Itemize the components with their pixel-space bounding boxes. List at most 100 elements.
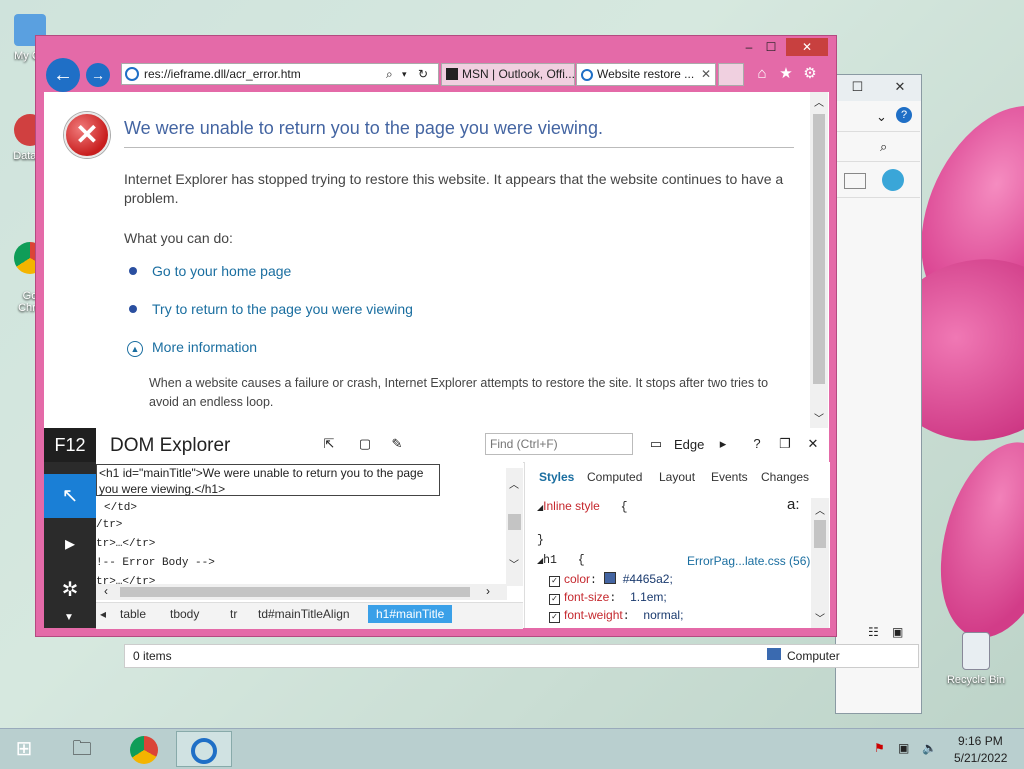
forward-button[interactable]: → [86, 63, 110, 87]
close-tab-icon[interactable]: ✕ [701, 64, 711, 85]
more-information-toggle[interactable]: More information [152, 339, 257, 355]
chevron-left-icon[interactable]: ◂ [100, 607, 106, 621]
favorites-star-icon[interactable]: ★ [776, 64, 796, 84]
search-icon[interactable]: ⌕ [880, 139, 887, 155]
checkbox-checked-icon[interactable]: ✓ [549, 594, 560, 605]
explorer-search-row: ⌕ [836, 135, 920, 162]
breadcrumb-item[interactable]: tbody [170, 607, 199, 621]
debugger-nav-icon[interactable]: ✲ [44, 568, 96, 612]
large-icons-view-icon[interactable]: ▣ [892, 625, 903, 639]
maximize-button[interactable]: ☐ [758, 38, 784, 56]
tab-layout[interactable]: Layout [659, 470, 695, 484]
css-property-row[interactable]: ✓ color: #4465a2; [549, 572, 673, 587]
chrome-taskbar-icon[interactable] [118, 731, 170, 767]
dom-hscrollbar[interactable]: ‹ › [96, 584, 507, 600]
find-input[interactable] [485, 433, 633, 455]
dom-tree[interactable]: <h1 id="mainTitle">We were unable to ret… [96, 462, 523, 596]
start-button[interactable]: ⊞ [0, 731, 48, 767]
dom-node[interactable]: </td> [104, 502, 137, 514]
tab-msn[interactable]: MSN | Outlook, Offi... [441, 63, 575, 86]
document-mode-label[interactable]: Edge [674, 437, 704, 452]
search-icon[interactable]: ⌕ [386, 64, 393, 84]
undock-icon[interactable]: ❐ [776, 436, 794, 454]
return-to-page-link[interactable]: Try to return to the page you were viewi… [152, 301, 413, 317]
checkbox-checked-icon[interactable]: ✓ [549, 576, 560, 587]
network-icon[interactable] [882, 169, 904, 191]
refresh-icon[interactable]: ↻ [418, 64, 428, 84]
close-button[interactable]: ✕ [786, 38, 828, 56]
scroll-left-icon[interactable]: ‹ [104, 584, 108, 598]
inline-style-rule: ◢Inline style { [537, 499, 627, 514]
console-toggle-icon[interactable]: ▸ [714, 436, 732, 454]
tab-website-restore[interactable]: Website restore ... ✕ [576, 63, 716, 86]
dom-node[interactable]: tr>…</tr> [96, 538, 155, 550]
scroll-up-icon[interactable]: ︿ [509, 476, 519, 492]
stylesheet-source-link[interactable]: ErrorPag...late.css (56) [687, 554, 810, 568]
chevron-down-icon[interactable]: ⌄ [876, 109, 887, 125]
home-icon[interactable]: ⌂ [752, 64, 772, 84]
styles-pane: Styles Computed Layout Events Changes ◢I… [524, 462, 830, 628]
home-page-link[interactable]: Go to your home page [152, 263, 291, 279]
dom-node[interactable]: !-- Error Body --> [96, 557, 215, 569]
scrollbar-thumb[interactable] [814, 520, 826, 548]
internet-explorer-taskbar-icon[interactable] [176, 731, 232, 767]
console-nav-icon[interactable]: ▸ [44, 522, 96, 566]
explorer-ribbon-row: ⌄ ? [836, 105, 920, 132]
dom-scrollbar[interactable]: ︿ ﹀ [506, 468, 523, 586]
chevron-up-icon[interactable]: ▲ [127, 341, 143, 357]
scrollbar-thumb[interactable] [813, 114, 825, 384]
breadcrumb-item[interactable]: tr [230, 607, 237, 621]
add-property-icon[interactable]: a: [787, 496, 800, 513]
chevron-down-icon[interactable]: ▼ [64, 612, 74, 623]
tab-styles[interactable]: Styles [539, 470, 574, 484]
clock-date[interactable]: 5/21/2022 [954, 751, 1007, 765]
breadcrumb-item[interactable]: td#mainTitleAlign [258, 607, 350, 621]
highlight-element-icon[interactable]: ▢ [356, 436, 374, 454]
breadcrumb-item[interactable]: table [120, 607, 146, 621]
scroll-down-icon[interactable]: ﹀ [509, 556, 519, 572]
address-bar[interactable]: res://ieframe.dll/acr_error.htm ⌕ ▾ ↻ [121, 63, 439, 85]
breadcrumb-item-active[interactable]: h1#mainTitle [368, 605, 453, 623]
tab-computed[interactable]: Computed [587, 470, 642, 484]
close-icon[interactable]: ✕ [894, 79, 905, 95]
close-icon[interactable]: ✕ [804, 436, 822, 454]
more-information-text: When a website causes a failure or crash… [149, 376, 769, 409]
desktop-icon-recycle-bin[interactable]: Recycle Bin [944, 632, 1008, 686]
brace-open: { [620, 501, 628, 514]
css-property-row[interactable]: ✓ font-weight: normal; [549, 608, 683, 623]
file-explorer-taskbar-icon[interactable]: 🗀 [56, 731, 108, 767]
styles-scrollbar[interactable]: ︿ ﹀ [811, 498, 829, 628]
maximize-icon[interactable]: ☐ [852, 79, 864, 95]
help-icon[interactable]: ? [748, 436, 766, 454]
back-button[interactable]: ← [46, 58, 80, 92]
page-scrollbar[interactable]: ︿ ﹀ [810, 92, 828, 428]
emulation-icon[interactable]: ▭ [644, 436, 668, 454]
dom-explorer-nav-icon[interactable]: ↖ [44, 474, 96, 518]
select-element-icon[interactable]: ⇱ [320, 436, 338, 454]
clock-time[interactable]: 9:16 PM [958, 734, 1003, 748]
scroll-up-icon[interactable]: ︿ [815, 502, 825, 517]
gear-icon[interactable]: ⚙ [800, 64, 820, 84]
new-tab-button[interactable] [718, 63, 744, 86]
volume-muted-icon[interactable]: 🔈 [922, 741, 937, 755]
details-view-icon[interactable]: ☷ [868, 625, 879, 639]
scrollbar-thumb[interactable] [120, 587, 470, 597]
address-text: res://ieframe.dll/acr_error.htm [144, 67, 301, 81]
action-center-flag-icon[interactable]: ⚑ [874, 741, 885, 755]
color-swatch-icon[interactable] [603, 572, 616, 584]
checkbox-checked-icon[interactable]: ✓ [549, 612, 560, 623]
chevron-down-icon[interactable]: ▾ [402, 64, 407, 84]
scroll-down-icon[interactable]: ﹀ [814, 410, 824, 425]
scroll-down-icon[interactable]: ﹀ [815, 610, 825, 625]
tab-changes[interactable]: Changes [761, 470, 809, 484]
network-icon[interactable]: ▣ [898, 741, 909, 755]
color-picker-icon[interactable]: ✎ [388, 436, 406, 454]
dom-node[interactable]: /tr> [96, 519, 122, 531]
help-icon[interactable]: ? [896, 107, 912, 123]
scroll-right-icon[interactable]: › [486, 584, 490, 598]
tab-events[interactable]: Events [711, 470, 748, 484]
preview-pane-icon[interactable] [844, 173, 866, 189]
css-property-row[interactable]: ✓ font-size: 1.1em; [549, 590, 667, 605]
scrollbar-thumb[interactable] [508, 514, 521, 530]
scroll-up-icon[interactable]: ︿ [814, 94, 824, 109]
